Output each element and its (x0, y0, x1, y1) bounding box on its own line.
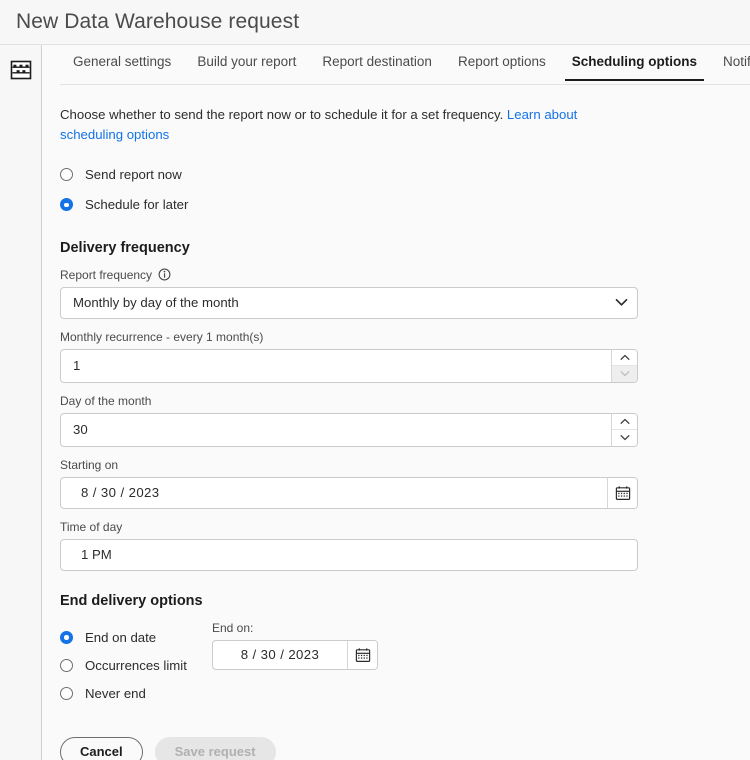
radio-indicator (60, 168, 73, 181)
content-pane: General settings Build your report Repor… (42, 45, 750, 760)
intro-text: Choose whether to send the report now or… (60, 105, 640, 146)
intro-sentence: Choose whether to send the report now or… (60, 107, 507, 122)
field-label: Report frequency (60, 268, 152, 282)
tab-scheduling-options[interactable]: Scheduling options (559, 45, 710, 80)
cancel-button[interactable]: Cancel (60, 737, 143, 760)
save-request-button: Save request (155, 737, 276, 760)
chevron-down-icon[interactable] (612, 430, 637, 446)
radio-indicator (60, 198, 73, 211)
field-report-frequency: Report frequency Monthly by day of the m… (60, 268, 750, 319)
radio-occurrences-limit[interactable]: Occurrences limit (60, 653, 212, 678)
report-frequency-control: Monthly by day of the month (60, 287, 638, 319)
field-label: Monthly recurrence - every 1 month(s) (60, 330, 263, 344)
monthly-recurrence-stepper (611, 350, 637, 382)
chevron-up-icon[interactable] (612, 350, 637, 366)
tab-general-settings[interactable]: General settings (60, 45, 184, 80)
radio-indicator (60, 659, 73, 672)
tab-report-destination[interactable]: Report destination (309, 45, 445, 80)
delivery-frequency-heading: Delivery frequency (60, 240, 750, 256)
end-on-control: 8 / 30 / 2023 (212, 640, 378, 670)
footer-actions: Cancel Save request (60, 737, 750, 760)
field-day-of-month: Day of the month 30 (60, 394, 750, 447)
monthly-recurrence-input[interactable]: 1 (60, 349, 638, 383)
abacus-icon[interactable] (9, 59, 33, 81)
end-on-label: End on: (212, 621, 378, 635)
shell-row: General settings Build your report Repor… (0, 44, 750, 760)
page-title: New Data Warehouse request (16, 10, 299, 34)
time-of-day-input[interactable]: 1 PM (60, 539, 638, 571)
title-bar: New Data Warehouse request (0, 0, 750, 44)
end-on-field: End on: 8 / 30 / 2023 (212, 621, 378, 709)
radio-never-end[interactable]: Never end (60, 681, 212, 706)
radio-indicator (60, 687, 73, 700)
report-frequency-label-row: Report frequency (60, 268, 750, 282)
day-of-month-label-row: Day of the month (60, 394, 750, 408)
report-frequency-select[interactable]: Monthly by day of the month (60, 287, 638, 319)
left-rail (0, 45, 42, 760)
field-label: Starting on (60, 458, 118, 472)
end-delivery-radio-group: End on date Occurrences limit Never end (60, 621, 212, 709)
radio-label: Never end (85, 686, 146, 701)
radio-label: Occurrences limit (85, 658, 187, 673)
radio-send-report-now[interactable]: Send report now (60, 162, 750, 188)
tab-build-your-report[interactable]: Build your report (184, 45, 309, 80)
calendar-icon[interactable] (607, 478, 637, 508)
starting-on-input[interactable]: 8 / 30 / 2023 (60, 477, 638, 509)
form-body: Choose whether to send the report now or… (42, 85, 750, 760)
time-of-day-label-row: Time of day (60, 520, 750, 534)
monthly-recurrence-label-row: Monthly recurrence - every 1 month(s) (60, 330, 750, 344)
radio-label: Send report now (85, 167, 182, 182)
field-label: Day of the month (60, 394, 151, 408)
chevron-down-icon[interactable] (605, 288, 637, 318)
calendar-icon[interactable] (347, 641, 377, 669)
end-delivery-block: End on date Occurrences limit Never end … (60, 621, 750, 709)
radio-label: End on date (85, 630, 156, 645)
field-starting-on: Starting on 8 / 30 / 2023 (60, 458, 750, 509)
tab-report-options[interactable]: Report options (445, 45, 559, 80)
tab-notification-email[interactable]: Notification email (710, 45, 750, 80)
field-monthly-recurrence: Monthly recurrence - every 1 month(s) 1 (60, 330, 750, 383)
day-of-month-control: 30 (60, 413, 638, 447)
radio-schedule-for-later[interactable]: Schedule for later (60, 192, 750, 218)
radio-indicator (60, 631, 73, 644)
field-label: Time of day (60, 520, 122, 534)
radio-label: Schedule for later (85, 197, 188, 212)
starting-on-label-row: Starting on (60, 458, 750, 472)
app-root: New Data Warehouse request (0, 0, 750, 760)
monthly-recurrence-control: 1 (60, 349, 638, 383)
info-circle-icon[interactable] (158, 268, 171, 281)
radio-end-on-date[interactable]: End on date (60, 625, 212, 650)
day-of-month-stepper (611, 414, 637, 446)
chevron-up-icon[interactable] (612, 414, 637, 430)
starting-on-control: 8 / 30 / 2023 (60, 477, 638, 509)
chevron-down-icon (612, 366, 637, 382)
day-of-month-input[interactable]: 30 (60, 413, 638, 447)
end-delivery-options-heading: End delivery options (60, 593, 750, 609)
tab-bar: General settings Build your report Repor… (42, 45, 750, 85)
field-time-of-day: Time of day 1 PM (60, 520, 750, 571)
